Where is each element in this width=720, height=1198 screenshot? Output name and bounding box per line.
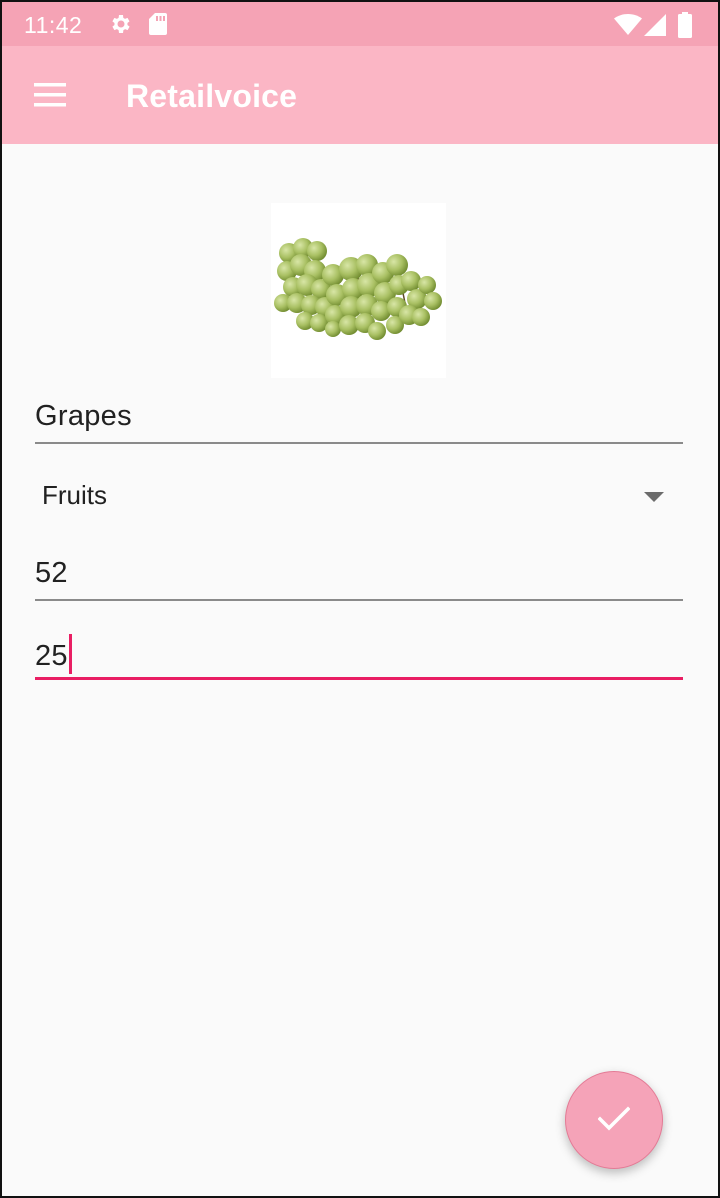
app-title: Retailvoice: [126, 78, 298, 114]
menu-icon: [34, 83, 66, 107]
quantity-field[interactable]: 52: [35, 557, 683, 603]
quantity-field-underline: [35, 599, 683, 601]
price-field[interactable]: 25: [35, 634, 683, 682]
signal-icon: [644, 14, 666, 41]
save-fab-button[interactable]: [565, 1071, 663, 1169]
menu-button[interactable]: [24, 74, 70, 118]
quantity-field-value: 52: [35, 557, 68, 589]
text-cursor: [68, 634, 72, 674]
price-field-value: 25: [35, 640, 68, 672]
name-field[interactable]: Grapes: [35, 400, 683, 446]
settings-icon: [108, 12, 132, 41]
status-bar: 11:42: [2, 2, 718, 46]
name-field-underline: [35, 442, 683, 444]
battery-icon: [678, 12, 692, 43]
screen: 11:42 Retailvoice Grapes Fruits 52 25: [2, 2, 718, 1196]
grapes-image: [274, 238, 442, 340]
dropdown-arrow-icon: [644, 492, 664, 502]
status-time: 11:42: [24, 12, 83, 38]
name-field-value: Grapes: [35, 400, 132, 432]
price-field-row: 25: [35, 634, 683, 674]
product-image[interactable]: [271, 203, 446, 378]
price-field-underline: [35, 677, 683, 680]
category-dropdown[interactable]: Fruits: [42, 480, 664, 520]
wifi-icon: [614, 14, 642, 41]
category-dropdown-value: Fruits: [42, 480, 107, 510]
app-bar: Retailvoice: [2, 46, 718, 144]
check-icon: [598, 1106, 630, 1131]
sd-card-icon: [148, 12, 168, 41]
